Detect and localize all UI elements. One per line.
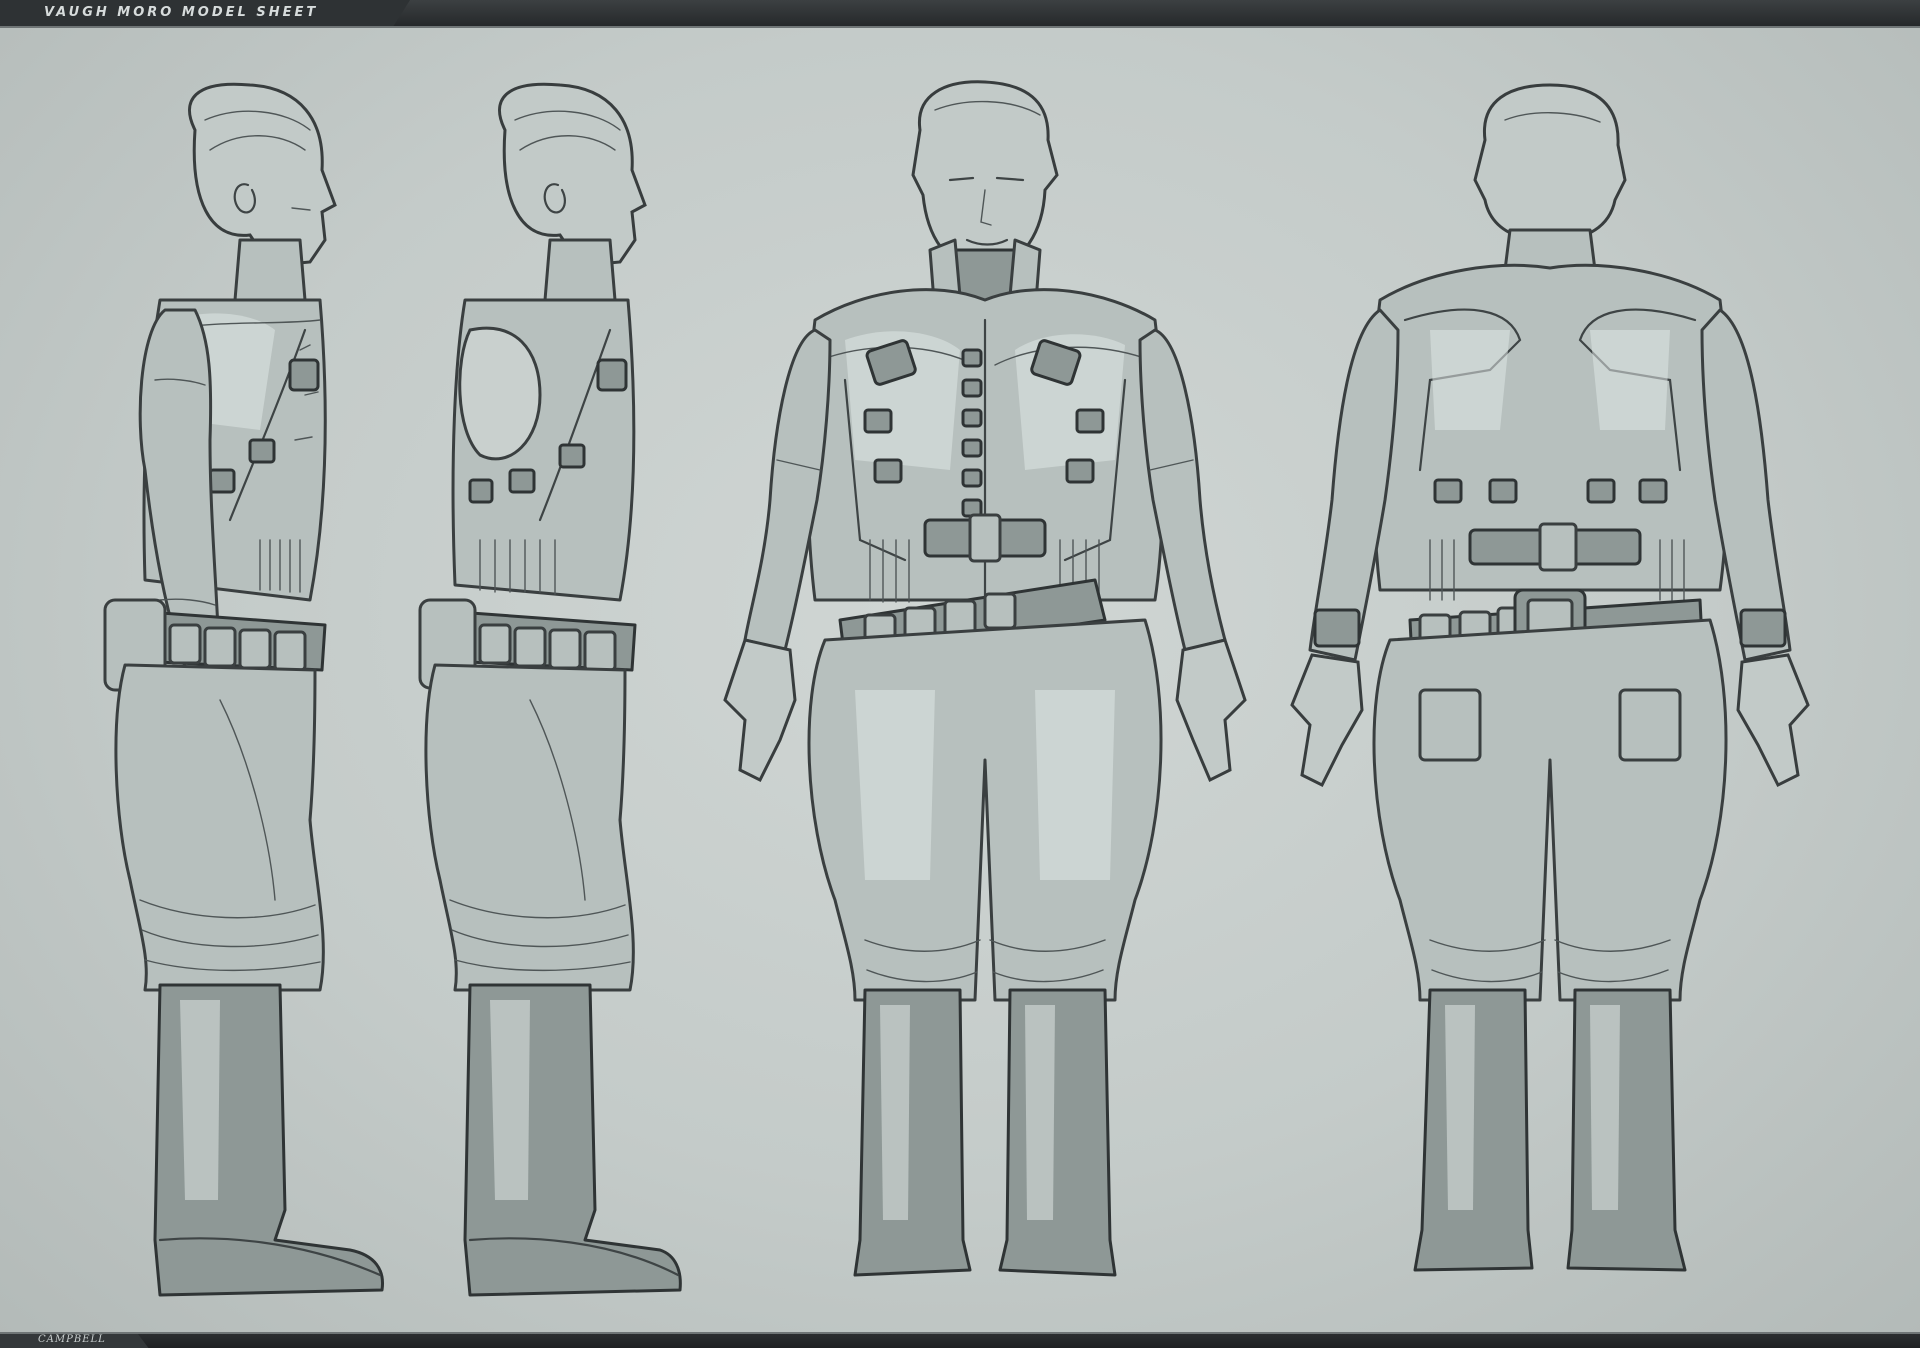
artist-signature: CAMPBELL	[38, 1334, 106, 1345]
side-view-alt-drawing	[418, 82, 682, 1297]
model-sheet: VAUGH MORO MODEL SHEET CAMPBELL	[0, 0, 1920, 1348]
back-view-figure	[1270, 0, 1830, 1300]
side-view-figure	[100, 0, 400, 1300]
footer-bar: CAMPBELL	[0, 1332, 1920, 1348]
back-view-drawing	[1290, 83, 1810, 1272]
side-view-drawing	[103, 82, 385, 1297]
front-view-drawing	[723, 80, 1247, 1277]
front-view-figure	[705, 0, 1265, 1300]
side-view-alt-figure	[410, 0, 700, 1300]
